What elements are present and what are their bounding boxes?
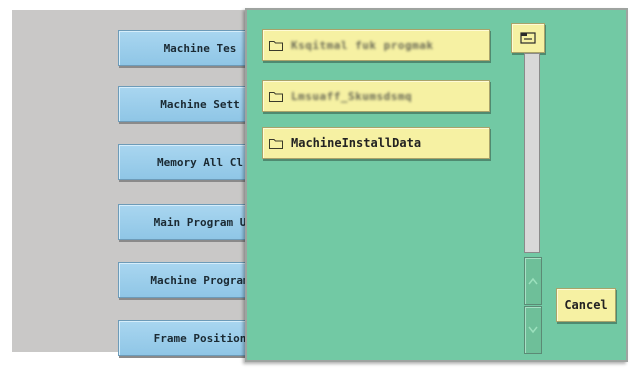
menu-item-label: Main Program U: [153, 215, 247, 229]
folder-icon: [269, 138, 283, 149]
chevron-down-icon: [528, 326, 538, 334]
folder-label: Ksqitmal fuk progmak: [291, 38, 434, 52]
folder-label: Lmsuaff_Skumsdsmq: [291, 89, 413, 103]
scrollbar-track[interactable]: [524, 53, 540, 253]
folder-item[interactable]: Lmsuaff_Skumsdsmq: [262, 80, 490, 112]
folder-icon: [269, 91, 283, 102]
folder-label: MachineInstallData: [291, 136, 422, 150]
menu-item-label: Memory All Cl: [156, 155, 244, 169]
folder-up-icon: [520, 32, 536, 44]
parent-folder-button[interactable]: [511, 23, 545, 53]
scroll-up-button[interactable]: [524, 257, 542, 305]
scroll-down-button[interactable]: [524, 306, 542, 354]
folder-item[interactable]: Ksqitmal fuk progmak: [262, 29, 490, 61]
screen: Machine Tes Machine Sett Memory All Cl M…: [0, 0, 634, 372]
cancel-button[interactable]: Cancel: [556, 288, 616, 322]
folder-item-machine-install-data[interactable]: MachineInstallData: [262, 127, 490, 159]
chevron-up-icon: [528, 277, 538, 285]
menu-item-label: Machine Sett: [160, 97, 240, 111]
cancel-label: Cancel: [564, 298, 608, 312]
folder-icon: [269, 40, 283, 51]
folder-select-dialog: Ksqitmal fuk progmak Lmsuaff_Skumsdsmq M…: [245, 8, 628, 362]
menu-item-label: Frame Position: [153, 331, 247, 345]
menu-item-label: Machine Tes: [163, 41, 237, 55]
menu-item-label: Machine Program: [150, 273, 250, 287]
